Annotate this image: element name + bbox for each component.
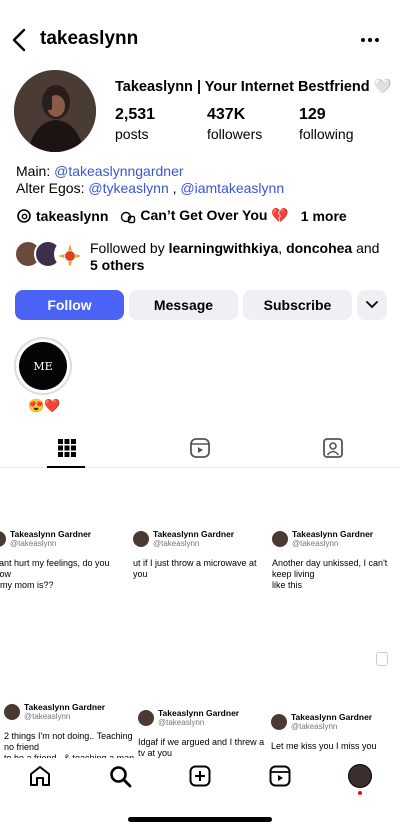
post-author-avatar <box>272 530 288 547</box>
notification-dot <box>358 791 362 795</box>
avatar-photo-image <box>14 70 96 152</box>
bio-alt-link-2[interactable]: @iamtakeaslynn <box>180 180 284 196</box>
post-author-handle: @takeaslynn <box>291 722 338 731</box>
followed-prefix: Followed by <box>90 240 169 256</box>
followed-separator: , <box>278 240 287 256</box>
stat-posts-value: 2,531 <box>115 106 156 123</box>
profile-tabs <box>0 428 400 468</box>
post-author-avatar <box>138 709 154 726</box>
post-author-handle: @takeaslynn <box>158 718 205 727</box>
stat-following[interactable]: 129 following <box>299 106 391 142</box>
highlight-label: 😍❤️ <box>28 398 61 413</box>
post-text: 2 things I'm not doing.. Teaching no fri… <box>4 731 135 759</box>
threads-link[interactable]: takeaslynn <box>36 208 108 224</box>
create-post-icon[interactable] <box>188 764 212 788</box>
post-text: Let me kiss you I miss you <box>271 741 377 751</box>
post-author-name: Takeaslynn Gardner <box>158 708 240 718</box>
profile-stats: 2,531 posts 437K followers 129 following <box>115 106 391 142</box>
post-author-handle: @takeaslynn <box>292 539 339 548</box>
bio-alt-separator: , <box>168 180 181 196</box>
story-highlight[interactable]: ME <box>14 337 72 395</box>
profile-nav-avatar[interactable] <box>348 764 372 788</box>
music-note-icon <box>121 211 136 223</box>
posts-grid: Takeaslynn Gardner@takeaslynn i cant hur… <box>0 469 400 759</box>
header-username: takeaslynn <box>40 28 139 49</box>
more-links-button[interactable]: 1 more <box>301 208 347 224</box>
followed-and: and <box>352 240 380 256</box>
followed-by[interactable]: Followed by learningwithkiya, doncohea a… <box>14 240 380 274</box>
subscribe-button[interactable]: Subscribe <box>243 290 352 320</box>
post-text: Idgaf if we argued and I threw a tv at y… <box>138 737 265 758</box>
profile-links-row: takeaslynn Can’t Get Over You 💔 1 more <box>16 207 347 224</box>
post-author-name: Takeaslynn Gardner <box>153 529 235 539</box>
sun-logo-icon <box>58 244 80 266</box>
post-author-name: Takeaslynn Gardner <box>24 702 106 712</box>
post-text: ut if I just throw a microwave at you <box>133 558 257 579</box>
stat-followers-label: followers <box>207 126 263 142</box>
profile-display-name: Takeaslynn | Your Internet Bestfriend 🤍 <box>115 79 392 95</box>
chevron-down-icon <box>366 301 378 309</box>
tagged-tab-icon[interactable] <box>321 436 345 460</box>
stat-following-value: 129 <box>299 106 326 123</box>
post-author-name: Takeaslynn Gardner <box>291 712 373 722</box>
bio-main-prefix: Main: <box>16 163 55 179</box>
follow-button[interactable]: Follow <box>15 290 124 320</box>
post-author-name: Takeaslynn Gardner <box>292 529 374 539</box>
post-author-avatar <box>4 703 20 720</box>
message-button[interactable]: Message <box>129 290 238 320</box>
post-author-name: Takeaslynn Gardner <box>10 529 92 539</box>
multi-image-icon <box>376 652 388 666</box>
home-indicator <box>128 817 272 822</box>
followed-user-1[interactable]: learningwithkiya <box>169 240 279 256</box>
bottom-nav <box>0 758 400 798</box>
grid-tab-icon[interactable] <box>55 436 79 460</box>
profile-avatar[interactable] <box>14 70 96 152</box>
post-text: Another day unkissed, I can't keep livin… <box>272 558 388 590</box>
active-tab-indicator <box>47 466 85 468</box>
post-author-avatar <box>0 530 6 547</box>
follower-avatar-3 <box>54 240 82 268</box>
song-link[interactable]: Can’t Get Over You 💔 <box>140 207 288 224</box>
reels-tab-icon[interactable] <box>188 436 212 460</box>
home-icon[interactable] <box>28 764 52 788</box>
post-author-avatar <box>133 530 149 547</box>
bio-alt-prefix: Alter Egos: <box>16 180 89 196</box>
top-header: takeaslynn <box>0 22 400 58</box>
back-arrow-icon[interactable] <box>8 26 32 54</box>
profile-bio: Main: @takeaslynngardner Alter Egos: @ty… <box>16 163 284 197</box>
stat-followers[interactable]: 437K followers <box>207 106 299 142</box>
bio-alt-link-1[interactable]: @tykeaslynn <box>88 180 168 196</box>
post-text: i cant hurt my feelings, do you know to … <box>0 558 110 590</box>
stat-following-label: following <box>299 126 354 142</box>
reels-icon[interactable] <box>268 764 292 788</box>
post-author-handle: @takeaslynn <box>24 712 71 721</box>
stat-posts-label: posts <box>115 126 149 142</box>
stat-posts: 2,531 posts <box>115 106 207 142</box>
search-icon[interactable] <box>108 764 132 788</box>
more-options-icon[interactable] <box>358 28 382 52</box>
bio-main-link[interactable]: @takeaslynngardner <box>54 163 183 179</box>
followed-others[interactable]: 5 others <box>90 257 144 273</box>
followed-user-2[interactable]: doncohea <box>286 240 352 256</box>
post-tile[interactable]: Takeaslynn Gardner @takeaslynn 2 things I… <box>4 702 137 759</box>
highlight-cover: ME <box>19 342 67 390</box>
post-tile[interactable]: Takeaslynn Gardner @takeaslynn ut if I ju… <box>133 529 266 580</box>
post-author-avatar <box>271 713 287 730</box>
post-tile[interactable]: Takeaslynn Gardner@takeaslynn i cant hur… <box>0 529 123 591</box>
post-author-handle: @takeaslynn <box>153 539 200 548</box>
post-tile[interactable]: Takeaslynn Gardner @takeaslynn Another da… <box>272 529 400 591</box>
stat-followers-value: 437K <box>207 106 246 123</box>
suggested-dropdown-button[interactable] <box>357 290 387 320</box>
post-author-handle: @takeaslynn <box>10 539 57 548</box>
post-tile[interactable]: Takeaslynn Gardner @takeaslynn Idgaf if w… <box>138 708 271 759</box>
followed-by-text: Followed by learningwithkiya, doncohea a… <box>90 240 380 274</box>
action-buttons: Follow Message Subscribe <box>15 290 387 320</box>
post-tile[interactable]: Takeaslynn Gardner @takeaslynn Let me kis… <box>271 712 400 752</box>
threads-icon <box>17 208 31 223</box>
